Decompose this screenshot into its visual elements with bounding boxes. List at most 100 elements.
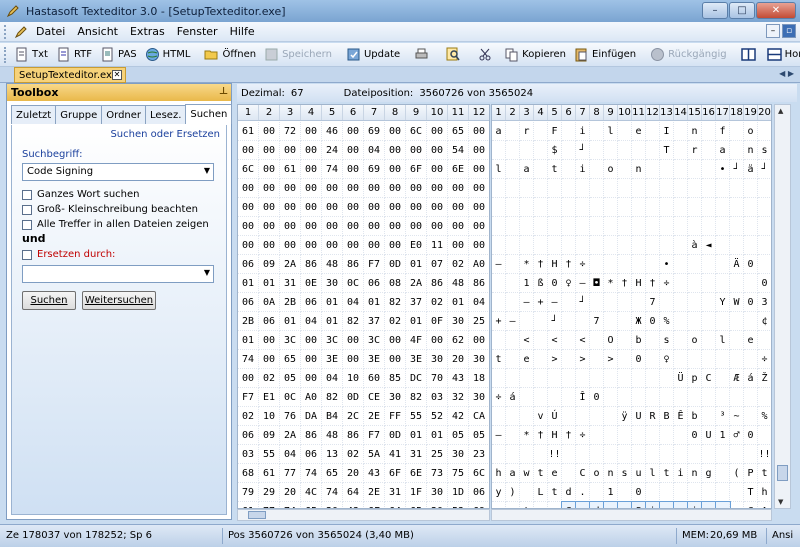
text-cell[interactable] <box>548 179 562 198</box>
text-cell[interactable] <box>548 236 562 255</box>
text-cell[interactable] <box>758 388 771 407</box>
text-cell[interactable]: % <box>660 312 674 331</box>
text-cell[interactable] <box>534 445 548 464</box>
text-cell[interactable] <box>534 141 548 160</box>
text-cell[interactable] <box>604 426 618 445</box>
text-cell[interactable] <box>576 445 590 464</box>
vertical-split-button[interactable] <box>737 45 763 65</box>
hex-cell[interactable]: 02 <box>343 445 364 464</box>
text-cell[interactable] <box>646 160 660 179</box>
text-cell[interactable]: U <box>702 426 716 445</box>
text-cell[interactable]: ♀ <box>562 274 576 293</box>
hex-cell[interactable]: 01 <box>280 312 301 331</box>
text-cell[interactable]: < <box>520 331 534 350</box>
text-cell[interactable]: $ <box>548 141 562 160</box>
text-cell[interactable] <box>660 179 674 198</box>
text-cell[interactable] <box>590 350 604 369</box>
hex-cell[interactable]: 82 <box>343 312 364 331</box>
text-cell[interactable] <box>702 445 716 464</box>
menu-datei[interactable]: Datei <box>30 25 71 38</box>
text-cell[interactable]: * <box>520 426 534 445</box>
hex-cell[interactable]: 42 <box>448 407 469 426</box>
hex-cell[interactable]: 00 <box>280 217 301 236</box>
hex-cell[interactable]: DC <box>406 369 427 388</box>
text-cell[interactable] <box>730 483 744 502</box>
text-cell[interactable] <box>618 483 632 502</box>
hex-cell[interactable]: 00 <box>469 198 489 217</box>
text-cell[interactable] <box>730 350 744 369</box>
checkbox-box[interactable] <box>22 204 32 215</box>
text-cell[interactable]: ┘ <box>730 160 744 179</box>
text-cell[interactable]: † <box>618 274 632 293</box>
text-cell[interactable] <box>576 217 590 236</box>
text-cell[interactable]: o <box>744 122 758 141</box>
hex-cell[interactable]: 20 <box>427 502 448 508</box>
horizontal-split-button[interactable]: Horizontal <box>763 45 800 65</box>
text-cell[interactable] <box>520 445 534 464</box>
cut-button[interactable] <box>474 45 500 65</box>
pin-icon[interactable]: ⊥ <box>219 86 228 97</box>
text-cell[interactable] <box>730 217 744 236</box>
text-cell[interactable] <box>520 369 534 388</box>
hex-cell[interactable]: 0E <box>301 274 322 293</box>
text-cell[interactable] <box>562 217 576 236</box>
text-cell[interactable] <box>688 388 702 407</box>
text-cell[interactable] <box>506 122 520 141</box>
hex-view[interactable]: 12345678910111213 61007200460069006C0065… <box>237 104 490 509</box>
hex-cell[interactable]: 02 <box>448 255 469 274</box>
text-cell[interactable]: á <box>744 369 758 388</box>
hex-cell[interactable]: 30 <box>469 388 489 407</box>
text-cell[interactable] <box>660 293 674 312</box>
hex-cell[interactable]: 00 <box>301 236 322 255</box>
text-cell[interactable] <box>492 236 506 255</box>
text-cell[interactable] <box>730 388 744 407</box>
hex-cell[interactable]: 60 <box>364 369 385 388</box>
text-cell[interactable] <box>492 141 506 160</box>
checkbox-box[interactable] <box>22 189 32 200</box>
text-cell[interactable]: 1 <box>716 426 730 445</box>
text-cell[interactable]: t <box>548 160 562 179</box>
hex-cell[interactable]: 01 <box>406 255 427 274</box>
text-cell[interactable] <box>618 369 632 388</box>
whole-word-checkbox[interactable]: Ganzes Wort suchen <box>22 189 140 200</box>
text-cell[interactable] <box>744 312 758 331</box>
text-cell[interactable] <box>520 198 534 217</box>
text-cell[interactable] <box>660 160 674 179</box>
text-cell[interactable] <box>590 160 604 179</box>
text-cell[interactable]: ÷ <box>576 255 590 274</box>
hex-cell[interactable]: 00 <box>364 198 385 217</box>
hex-cell[interactable]: 00 <box>427 141 448 160</box>
text-cell[interactable] <box>562 160 576 179</box>
text-cell[interactable] <box>590 141 604 160</box>
hex-cell[interactable]: 00 <box>301 179 322 198</box>
hex-cell[interactable]: 43 <box>448 369 469 388</box>
hex-cell[interactable]: 3C <box>322 331 343 350</box>
text-cell[interactable]: e <box>744 331 758 350</box>
hex-cell[interactable]: 29 <box>259 483 280 502</box>
text-cell[interactable]: a <box>716 141 730 160</box>
text-cell[interactable] <box>646 426 660 445</box>
text-cell[interactable] <box>674 274 688 293</box>
text-cell[interactable]: U <box>632 407 646 426</box>
text-cell[interactable]: + <box>492 312 506 331</box>
text-cell[interactable] <box>562 388 576 407</box>
hex-cell[interactable]: 70 <box>427 369 448 388</box>
hex-cell[interactable]: 82 <box>406 388 427 407</box>
text-cell[interactable]: o <box>688 331 702 350</box>
hex-cell[interactable]: 79 <box>238 483 259 502</box>
checkbox-box[interactable] <box>22 219 32 230</box>
text-cell[interactable]: ) <box>506 483 520 502</box>
text-cell[interactable] <box>716 464 730 483</box>
text-cell[interactable] <box>702 331 716 350</box>
text-cell[interactable] <box>534 350 548 369</box>
hex-cell[interactable]: 06 <box>238 426 259 445</box>
hex-cell[interactable]: 00 <box>343 350 364 369</box>
hex-cell[interactable]: 09 <box>259 255 280 274</box>
text-cell[interactable]: < <box>548 331 562 350</box>
text-cell[interactable]: n <box>604 464 618 483</box>
mdi-minimize-button[interactable]: – <box>766 24 780 38</box>
hex-cell[interactable]: 01 <box>238 331 259 350</box>
hex-cell[interactable]: 00 <box>280 141 301 160</box>
text-cell[interactable]: w <box>506 502 520 508</box>
text-cell[interactable]: s <box>618 464 632 483</box>
